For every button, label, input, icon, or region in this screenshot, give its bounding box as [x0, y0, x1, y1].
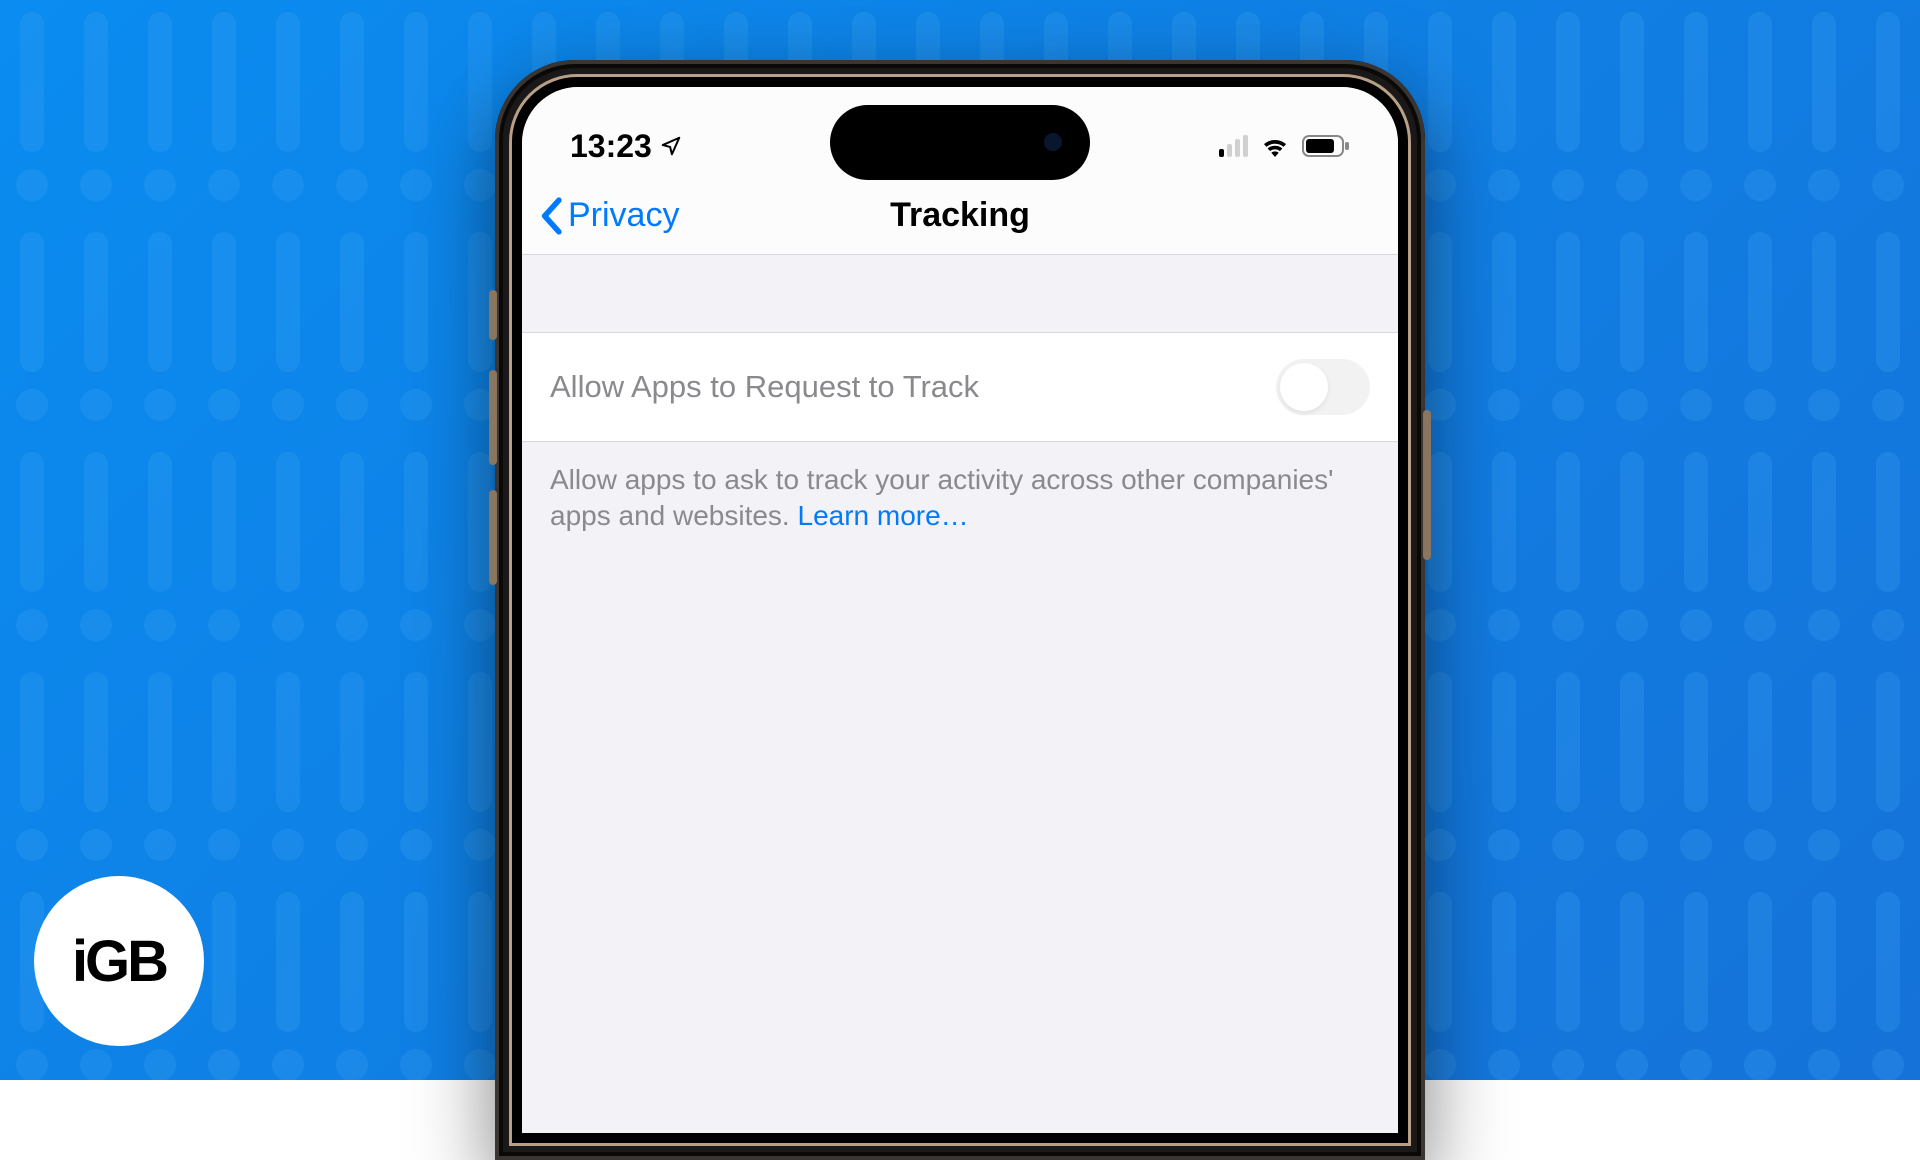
- wifi-icon: [1260, 135, 1290, 157]
- power-button: [1423, 410, 1431, 560]
- chevron-left-icon: [538, 197, 564, 235]
- status-left: 13:23: [570, 128, 682, 165]
- volume-up-button: [489, 370, 497, 465]
- phone-frame: 13:23: [495, 60, 1425, 1160]
- camera-dot: [1044, 133, 1062, 151]
- page-title: Tracking: [890, 196, 1030, 235]
- tracking-toggle[interactable]: [1276, 359, 1370, 415]
- volume-down-button: [489, 490, 497, 585]
- nav-bar: Privacy Tracking: [522, 177, 1398, 255]
- cellular-signal-icon: [1219, 135, 1248, 157]
- watermark-text: iGB: [72, 928, 166, 995]
- silent-switch: [489, 290, 497, 340]
- tracking-setting-row: Allow Apps to Request to Track: [522, 333, 1398, 442]
- tracking-setting-label: Allow Apps to Request to Track: [550, 369, 979, 405]
- back-button[interactable]: Privacy: [538, 196, 679, 235]
- learn-more-link[interactable]: Learn more…: [798, 500, 969, 531]
- phone-screen: 13:23: [522, 87, 1398, 1133]
- tracking-description: Allow apps to ask to track your activity…: [522, 442, 1398, 555]
- dynamic-island: [830, 105, 1090, 180]
- location-icon: [660, 135, 682, 157]
- status-time: 13:23: [570, 128, 652, 165]
- content-spacer: [522, 255, 1398, 333]
- back-label: Privacy: [568, 196, 679, 235]
- watermark-badge: iGB: [34, 876, 204, 1046]
- phone-bezel: 13:23: [509, 74, 1411, 1146]
- toggle-knob: [1280, 363, 1328, 411]
- status-right: [1219, 135, 1350, 157]
- battery-icon: [1302, 135, 1350, 157]
